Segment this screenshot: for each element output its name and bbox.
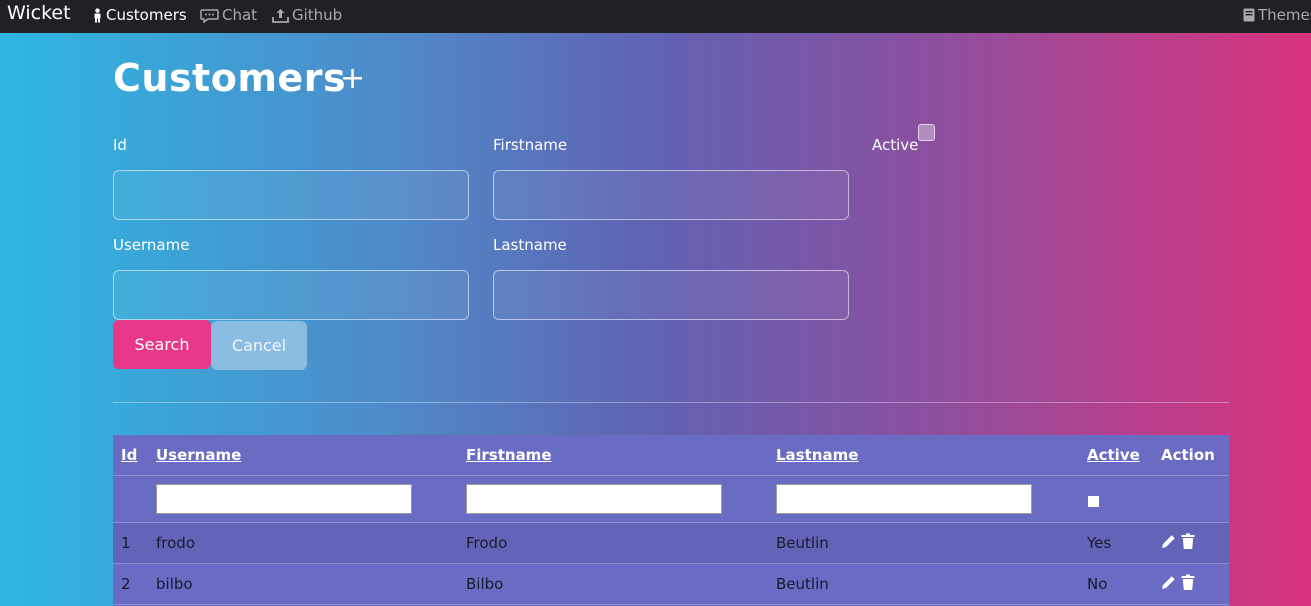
table-filter-row (113, 476, 1229, 523)
lastname-field[interactable] (493, 270, 849, 320)
username-field[interactable] (113, 270, 469, 320)
cell-id: 1 (121, 534, 131, 552)
cell-active: Yes (1087, 534, 1112, 552)
nav-chat[interactable]: Chat (200, 6, 257, 24)
upload-icon (272, 8, 289, 23)
header-lastname[interactable]: Lastname (776, 446, 858, 464)
nav-customers-label: Customers (106, 6, 187, 24)
pencil-icon[interactable] (1160, 574, 1177, 595)
cell-firstname: Frodo (466, 534, 508, 552)
firstname-label: Firstname (493, 136, 568, 154)
header-active[interactable]: Active (1087, 446, 1140, 464)
chat-icon (200, 8, 219, 23)
cell-lastname: Beutlin (776, 575, 829, 593)
search-button[interactable]: Search (113, 320, 211, 369)
person-icon (92, 7, 103, 23)
table-row: 2 bilbo Bilbo Beutlin No (113, 564, 1229, 605)
customers-table: Id Username Firstname Lastname Active Ac… (113, 435, 1229, 606)
nav-themes[interactable]: Themes (1243, 6, 1311, 24)
header-username[interactable]: Username (156, 446, 241, 464)
nav-github[interactable]: Github (272, 6, 342, 24)
nav-customers[interactable]: Customers (92, 6, 187, 24)
trash-icon[interactable] (1181, 574, 1195, 595)
lastname-label: Lastname (493, 236, 567, 254)
table-row: 1 frodo Frodo Beutlin Yes (113, 523, 1229, 564)
active-checkbox[interactable] (918, 124, 935, 141)
cell-firstname: Bilbo (466, 575, 504, 593)
username-label: Username (113, 236, 190, 254)
id-field[interactable] (113, 170, 469, 220)
nav-chat-label: Chat (222, 6, 258, 24)
lastname-filter-input[interactable] (776, 484, 1032, 514)
table-header-row: Id Username Firstname Lastname Active Ac… (113, 435, 1229, 476)
book-icon (1243, 8, 1255, 22)
active-label: Active (872, 136, 919, 154)
cancel-button[interactable]: Cancel (211, 321, 307, 370)
row-actions (1160, 533, 1195, 554)
cell-lastname: Beutlin (776, 534, 829, 552)
pencil-icon[interactable] (1160, 533, 1177, 554)
cell-active: No (1087, 575, 1108, 593)
brand-link[interactable]: Wicket (7, 2, 71, 24)
cell-username: bilbo (156, 575, 193, 593)
nav-github-label: Github (292, 6, 343, 24)
add-customer-button[interactable]: + (340, 62, 365, 96)
row-actions (1160, 574, 1195, 595)
username-filter-input[interactable] (156, 484, 412, 514)
top-navbar: Wicket Customers Chat Github Themes (0, 0, 1311, 33)
firstname-filter-input[interactable] (466, 484, 722, 514)
active-filter-checkbox[interactable] (1088, 496, 1099, 507)
firstname-field[interactable] (493, 170, 849, 220)
cell-id: 2 (121, 575, 131, 593)
header-action: Action (1161, 446, 1215, 464)
cell-username: frodo (156, 534, 195, 552)
page-title: Customers (113, 56, 347, 100)
divider (113, 402, 1229, 403)
nav-themes-label: Themes (1258, 6, 1311, 24)
id-label: Id (113, 136, 127, 154)
header-id[interactable]: Id (121, 446, 137, 464)
trash-icon[interactable] (1181, 533, 1195, 554)
header-firstname[interactable]: Firstname (466, 446, 552, 464)
